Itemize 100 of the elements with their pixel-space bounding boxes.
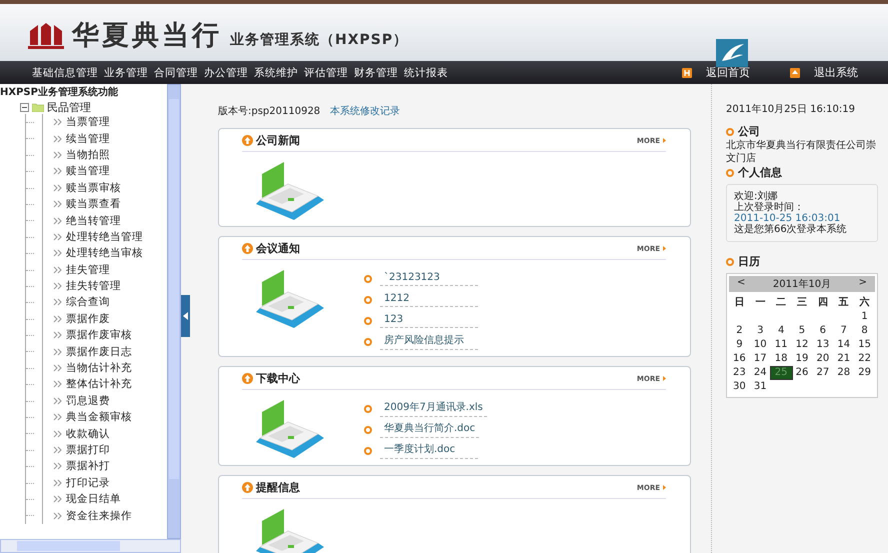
triangle-right-icon [663,376,666,381]
nav-item[interactable]: 评估管理 [304,66,348,80]
nav-item[interactable]: 系统维护 [254,66,298,80]
nav-item[interactable]: 基础信息管理 [32,66,98,80]
calendar-day[interactable]: 24 [750,367,771,379]
up-arrow-icon [242,373,253,384]
info-text: 上次登录时间： [734,202,805,213]
calendar-day[interactable]: 6 [812,325,834,337]
card-link[interactable]: 房产风险信息提示 [380,333,478,350]
calendar-day[interactable]: 19 [792,353,812,365]
calendar-day[interactable]: 13 [812,339,834,351]
calendar-day[interactable]: 7 [833,325,854,337]
tree-item[interactable]: 票据补打 [66,459,110,474]
tree-item[interactable]: 票据打印 [66,443,110,457]
calendar-day[interactable]: 4 [770,325,792,337]
tree-item[interactable]: 票据作废审核 [66,328,132,342]
nav-item[interactable]: 统计报表 [404,66,448,80]
calendar-day[interactable]: 26 [792,367,812,379]
calendar-day[interactable]: 30 [729,381,750,393]
nav-action-link[interactable]: 返回首页 [706,65,750,80]
bullet-icon [726,168,734,176]
tree-item[interactable]: 当物估计补充 [66,361,132,376]
chevron-icon [53,380,63,388]
tree-item[interactable]: 罚息退费 [66,394,110,408]
company-name: 北京市华夏典当行有限责任公司崇文门店 [726,139,877,165]
calendar-day[interactable]: 1 [854,311,875,323]
card-link[interactable]: `23123123 [380,272,478,286]
calendar-day[interactable]: 10 [750,339,771,351]
calendar-day[interactable]: 11 [770,339,792,351]
tree-item[interactable]: 综合查询 [66,295,110,310]
home-icon [682,68,692,78]
minus-icon[interactable] [20,102,29,112]
calendar-day[interactable]: 21 [833,353,854,365]
calendar-day[interactable]: 28 [833,367,854,379]
chevron-icon [53,396,63,405]
tree-folder[interactable]: 民品管理 [47,100,91,114]
calendar-day[interactable]: 14 [833,339,854,351]
prev-month-button[interactable]: < [737,277,746,291]
tree-item[interactable]: 票据作废日志 [66,344,132,359]
calendar-day[interactable]: 16 [729,353,750,365]
nav-item[interactable]: 合同管理 [154,66,198,80]
tree-item[interactable]: 绝当转管理 [66,214,121,228]
card-link[interactable]: 1212 [380,292,478,306]
tree-item[interactable]: 当物拍照 [66,148,110,162]
collapse-handle[interactable] [181,295,190,337]
calendar-day[interactable]: 22 [854,353,875,365]
tree-item[interactable]: 赎当票审核 [66,180,121,195]
tree-item[interactable]: 挂失转管理 [66,279,121,294]
calendar-day[interactable]: 2 [729,325,750,337]
card-link[interactable]: 2009年7月通讯录.xls [380,400,487,417]
calendar-day[interactable]: 29 [854,367,875,379]
tree-item[interactable]: 打印记录 [66,476,110,490]
login-time-link[interactable]: 2011-10-25 16:03:01 [734,213,870,224]
horizontal-scrollbar[interactable] [0,539,181,553]
changelog-link[interactable]: 本系统修改记录 [330,104,400,118]
calendar-day[interactable]: 8 [854,325,875,337]
tree-item[interactable]: 资金往来操作 [66,508,132,523]
tree-item[interactable]: 挂失管理 [66,262,110,277]
tree-item[interactable]: 赎当管理 [66,164,110,178]
laptop-drawing [254,398,326,460]
tree-item[interactable]: 典当金额审核 [66,410,132,424]
calendar-day[interactable]: 12 [792,339,812,351]
tree-item[interactable]: 续当管理 [66,132,110,146]
calendar-day[interactable]: 3 [750,325,771,337]
tree-item[interactable]: 现金日结单 [66,492,121,506]
weekday-label: 二 [775,296,788,309]
datetime-text: 2011年10月25日 16:10:19 [726,103,856,116]
chevron-icon [53,348,63,356]
tree-item[interactable]: 赎当票查看 [66,197,121,212]
chevron-icon [53,249,63,258]
card-link[interactable]: 一季度计划.doc [380,442,478,459]
calendar-day[interactable]: 20 [812,353,834,365]
next-month-button[interactable]: > [858,277,867,291]
card-link[interactable]: 华夏典当行简介.doc [380,421,480,438]
card-link[interactable]: 123 [380,314,478,328]
tree-item[interactable]: 票据作废 [66,312,110,326]
calendar-day[interactable]: 23 [729,367,750,379]
vertical-scrollbar[interactable] [167,84,181,539]
tree-item[interactable]: 处理转绝当管理 [66,230,143,244]
tree-item[interactable]: 整体估计补充 [66,377,132,392]
calendar-day[interactable]: 31 [750,381,771,393]
calendar-day[interactable]: 17 [750,353,771,365]
calendar-day[interactable]: 18 [770,353,792,365]
nav-action-link[interactable]: 退出系统 [814,65,858,80]
nav-item[interactable]: 财务管理 [354,66,398,80]
tree-item[interactable]: 当票管理 [66,115,110,130]
up-arrow-icon [242,482,253,493]
bird-icon[interactable] [716,39,748,67]
calendar-day[interactable]: 15 [854,339,875,351]
bullet-icon [364,316,372,324]
calendar-day[interactable]: 9 [729,339,750,351]
tree-item[interactable]: 处理转绝当审核 [66,246,143,260]
nav-item[interactable]: 业务管理 [104,66,148,80]
nav-item[interactable]: 办公管理 [204,66,248,80]
calendar-day[interactable]: 5 [792,325,812,337]
laptop-drawing [254,160,326,222]
tree-item[interactable]: 收款确认 [66,426,110,441]
chevron-icon [53,364,63,372]
tree-root[interactable]: HXPSP业务管理系统功能 [0,86,166,100]
calendar-day[interactable]: 27 [812,367,834,379]
